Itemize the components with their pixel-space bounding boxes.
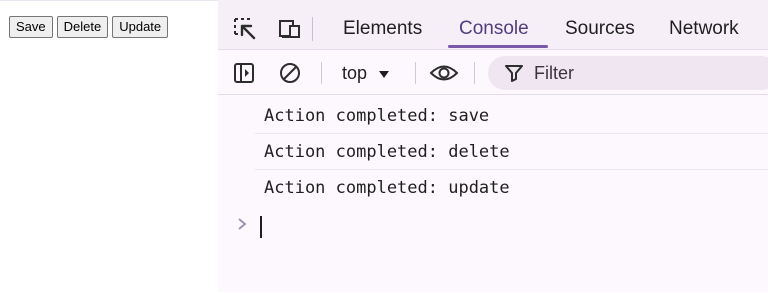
active-tab-indicator — [448, 45, 548, 48]
console-output: Action completed: save Action completed:… — [218, 98, 768, 205]
console-input-caret[interactable] — [260, 216, 262, 238]
device-toolbar-icon[interactable] — [276, 16, 302, 42]
tab-network[interactable]: Network — [669, 17, 739, 41]
toolbar-separator — [474, 62, 475, 84]
clear-console-icon[interactable] — [278, 61, 302, 85]
console-toolbar: top Filter — [218, 50, 768, 95]
delete-button[interactable]: Delete — [56, 16, 109, 38]
update-button[interactable]: Update — [112, 16, 169, 38]
console-message: Action completed: delete — [264, 142, 510, 162]
toolbar-separator — [321, 62, 322, 84]
console-log-line: Action completed: save — [255, 98, 768, 134]
web-page: Save Delete Update — [0, 0, 218, 293]
save-button[interactable]: Save — [9, 16, 53, 38]
filter-input[interactable]: Filter — [488, 56, 768, 90]
page-button-group: Save Delete Update — [9, 16, 169, 38]
toolbar-separator — [415, 62, 416, 84]
inspect-element-icon[interactable] — [232, 16, 258, 42]
prompt-chevron-icon — [238, 218, 247, 230]
console-message: Action completed: save — [264, 106, 490, 126]
devtools-tabbar: Elements Console Sources Network — [218, 0, 768, 50]
filter-icon — [505, 65, 523, 82]
console-message: Action completed: update — [264, 178, 510, 198]
dropdown-arrow-icon — [379, 71, 390, 79]
live-expression-icon[interactable] — [429, 61, 459, 85]
devtools-panel: Elements Console Sources Network top Fil… — [218, 0, 768, 292]
filter-placeholder: Filter — [534, 63, 574, 83]
tab-sources[interactable]: Sources — [565, 17, 635, 41]
context-selector[interactable]: top — [342, 62, 390, 84]
console-log-line: Action completed: update — [255, 170, 768, 205]
show-sidebar-icon[interactable] — [232, 61, 256, 85]
tabbar-separator — [312, 17, 313, 41]
tab-elements[interactable]: Elements — [343, 17, 422, 41]
context-label: top — [342, 63, 368, 83]
tab-console[interactable]: Console — [459, 17, 529, 41]
console-log-line: Action completed: delete — [255, 134, 768, 170]
